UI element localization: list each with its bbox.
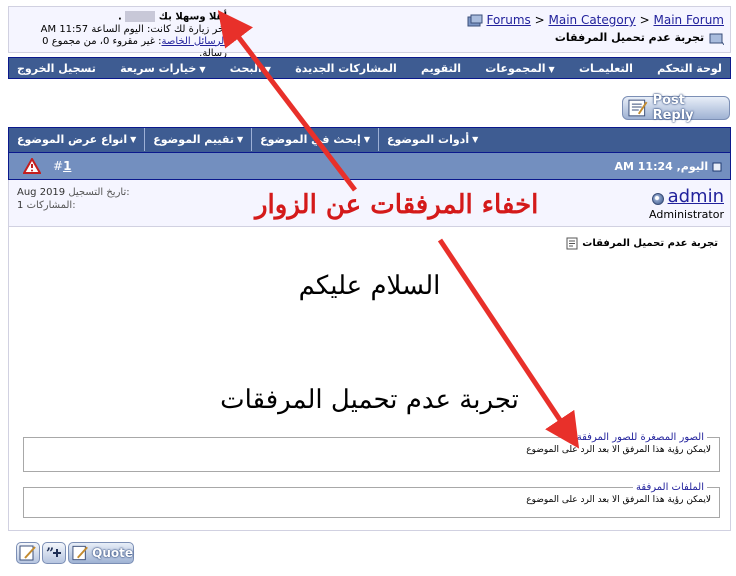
online-status-icon <box>651 193 664 205</box>
post-date-row: اليوم, 11:24 AM <box>614 160 722 173</box>
dropdown-arrow-icon: ▼ <box>472 135 479 144</box>
thumbnails-notice: لايمكن رؤية هذا المرفق الا بعد الرد على … <box>526 445 711 455</box>
breadcrumb-forums[interactable]: Forums <box>486 13 530 27</box>
document-icon <box>566 237 578 250</box>
nav-new-posts[interactable]: المشاركات الجديدة <box>295 62 397 75</box>
dropdown-arrow-icon: ▼ <box>363 135 370 144</box>
post-title-row: تجربة عدم تحميل المرفقات <box>566 237 718 250</box>
private-messages-link[interactable]: الرسائل الخاصة <box>162 36 227 47</box>
pm-status: الرسائل الخاصة: غير مقروء 0، من مجموع 0 … <box>42 35 227 59</box>
nav-logout[interactable]: تسجيل الخروج <box>17 62 96 75</box>
display-modes-menu[interactable]: انواع عرض الموضوع ▼ <box>9 128 146 151</box>
dropdown-arrow-icon: ▼ <box>264 64 271 74</box>
dropdown-arrow-icon: ▼ <box>199 64 206 74</box>
quote-icon <box>72 545 88 561</box>
edit-icon <box>19 545 36 561</box>
breadcrumb: Forums > Main Category > Main Forum <box>467 13 724 27</box>
welcome-text: أهلا وسهلا بك . <box>118 11 227 23</box>
post-reply-icon <box>628 99 648 117</box>
post-count-value: 1 <box>17 200 24 211</box>
post-reply-label: Post Reply <box>652 93 694 123</box>
quote-label: Quote <box>92 546 133 560</box>
post-header: #1 اليوم, 11:24 AM <box>8 152 731 180</box>
join-date-value: Aug 2019 <box>17 187 66 198</box>
nav-quick-links[interactable]: خيارات سريعة ▼ <box>120 62 205 75</box>
nav-calendar[interactable]: التقويم <box>421 62 461 75</box>
nav-user-cp[interactable]: لوحة التحكم <box>657 62 722 75</box>
breadcrumb-main-forum[interactable]: Main Forum <box>653 13 724 27</box>
thread-tools-menu[interactable]: أدوات الموضوع ▼ <box>379 128 486 151</box>
thread-icon <box>709 33 724 45</box>
post-reply-button[interactable]: Post Reply <box>622 93 730 123</box>
nav-groups[interactable]: المجموعات ▼ <box>485 62 554 75</box>
blurred-username <box>125 11 156 22</box>
multi-quote-icon: ” <box>46 546 61 561</box>
main-navbar: لوحة التحكم التعليمـات المجموعات ▼ التقوي… <box>8 57 731 79</box>
post-number: #1 <box>53 159 72 173</box>
attached-thumbnails: الصور المصغرة للصور المرفقة لايمكن رؤية … <box>23 432 720 472</box>
thread-title-row: تجربة عدم تحميل المرفقات <box>467 31 724 45</box>
user-welcome-area: أهلا وسهلا بك . آخر زيارة لك كانت: اليوم… <box>17 11 227 60</box>
multi-quote-button[interactable]: ” <box>42 542 66 564</box>
post-content: تجربة عدم تحميل المرفقات <box>220 385 519 415</box>
post-count-label: المشاركات: <box>26 200 76 211</box>
post-permalink[interactable]: 1 <box>63 159 71 173</box>
thumbnails-legend: الصور المصغرة للصور المرفقة <box>576 432 704 443</box>
nav-faq[interactable]: التعليمـات <box>579 62 633 75</box>
edit-post-button[interactable] <box>16 542 40 564</box>
dropdown-arrow-icon: ▼ <box>130 135 137 144</box>
dropdown-arrow-icon: ▼ <box>236 135 244 144</box>
nav-search[interactable]: البحث ▼ <box>230 62 271 75</box>
quote-button[interactable]: Quote <box>68 542 134 564</box>
username-link[interactable]: admin <box>668 186 724 207</box>
forum-home-icon[interactable] <box>467 14 483 27</box>
header-panel: Forums > Main Category > Main Forum تجرب… <box>8 6 731 59</box>
thread-tools-bar: أدوات الموضوع ▼ إبحث في الموضوع ▼ تقييم ال… <box>8 127 731 152</box>
post-title: تجربة عدم تحميل المرفقات <box>582 238 718 249</box>
files-legend: الملفات المرفقة <box>636 482 704 493</box>
post-greeting: السلام عليكم <box>298 271 441 301</box>
thread-title: تجربة عدم تحميل المرفقات <box>554 31 705 44</box>
svg-text:”: ” <box>46 546 54 561</box>
attached-files: الملفات المرفقة لايمكن رؤية هذا المرفق ا… <box>23 482 720 518</box>
breadcrumb-separator: > <box>639 13 650 27</box>
post-action-buttons: ” Quote <box>16 542 134 564</box>
join-date-label: تاريخ التسجيل: <box>68 187 130 198</box>
breadcrumb-separator: > <box>534 13 545 27</box>
breadcrumb-main-category[interactable]: Main Category <box>548 13 635 27</box>
post-doc-icon <box>712 162 722 172</box>
breadcrumb-area: Forums > Main Category > Main Forum تجرب… <box>467 13 724 45</box>
user-identity: admin Administrator <box>649 186 724 221</box>
rate-thread-menu[interactable]: تقييم الموضوع ▼ <box>145 128 253 151</box>
dropdown-arrow-icon: ▼ <box>548 64 555 74</box>
search-thread-menu[interactable]: إبحث في الموضوع ▼ <box>252 128 379 151</box>
annotation-text: اخفاء المرفقات عن الزوار <box>255 190 539 220</box>
last-visit-text: آخر زيارة لك كانت: اليوم الساعة 11:57 AM <box>40 23 227 35</box>
user-title: Administrator <box>649 208 724 221</box>
report-post-icon[interactable] <box>23 158 41 174</box>
post-date: اليوم, 11:24 AM <box>614 160 709 173</box>
post-body: تجربة عدم تحميل المرفقات السلام عليكم تج… <box>8 227 731 531</box>
user-stats: Aug 2019 تاريخ التسجيل: 1 المشاركات: <box>17 186 130 212</box>
files-notice: لايمكن رؤية هذا المرفق الا بعد الرد على … <box>526 495 711 505</box>
